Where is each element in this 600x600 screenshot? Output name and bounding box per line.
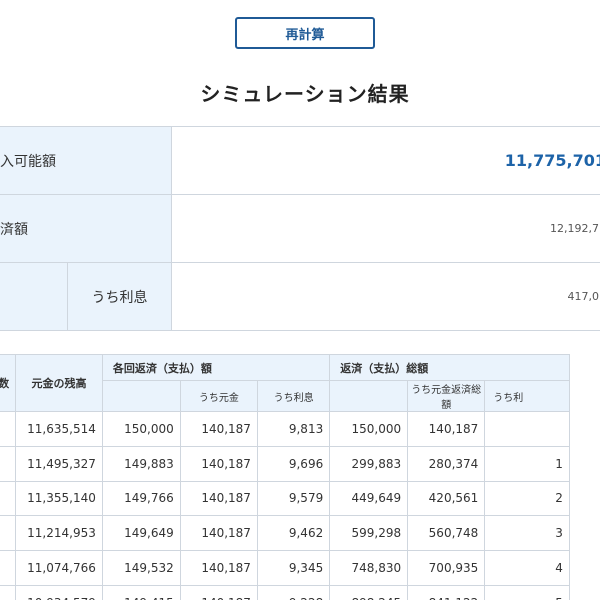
total-cell: 150,000 [329, 411, 409, 447]
balance-cell: 11,495,327 [15, 445, 103, 482]
header-total-principal: うち元金返済総額 [407, 380, 486, 412]
total-repayment-value: 12,192,71 [550, 222, 600, 235]
interest-value: 417,01 [567, 290, 600, 303]
total-principal-cell: 140,187 [407, 411, 486, 447]
principal-cell: 140,187 [179, 550, 258, 586]
page-title: シミュレーション結果 [200, 82, 410, 106]
count-cell [0, 445, 17, 482]
payment-cell: 149,415 [101, 584, 181, 600]
payment-cell: 149,532 [101, 550, 181, 586]
header-per-interest: うち利息 [256, 380, 331, 412]
recalculate-button[interactable]: 再計算 [235, 17, 375, 49]
table-row: 11,495,327 149,883 140,187 9,696 299,883… [0, 445, 570, 482]
summary-row-borrowable: 入可能額 11,775,701 [0, 127, 600, 195]
balance-cell: 11,635,514 [15, 411, 103, 447]
count-cell [0, 515, 17, 552]
payment-cell: 150,000 [101, 411, 181, 447]
total-cell: 748,830 [329, 550, 409, 586]
count-cell [0, 411, 17, 447]
total-interest-cell: 1 [484, 445, 570, 482]
principal-cell: 140,187 [179, 411, 258, 447]
summary-row-total-repayment: 済額 12,192,71 [0, 195, 600, 263]
interest-cell: 9,696 [256, 445, 331, 482]
total-principal-cell: 560,748 [407, 515, 486, 552]
total-cell: 599,298 [329, 515, 409, 552]
count-cell [0, 584, 17, 600]
borrowable-value: 11,775,701 [504, 151, 600, 170]
total-interest-cell [484, 411, 570, 447]
total-cell: 299,883 [329, 445, 409, 482]
table-row: 11,214,953 149,649 140,187 9,462 599,298… [0, 515, 570, 552]
principal-cell: 140,187 [179, 515, 258, 552]
principal-cell: 140,187 [179, 584, 258, 600]
total-interest-cell: 3 [484, 515, 570, 552]
schedule-table: 回数 元金の残高 各回返済（支払）額 返済（支払）総額 うち元金 うち利息 うち… [0, 354, 570, 600]
total-interest-cell: 4 [484, 550, 570, 586]
total-cell: 898,245 [329, 584, 409, 600]
total-interest-cell: 5 [484, 584, 570, 600]
payment-cell: 149,883 [101, 445, 181, 482]
count-cell [0, 550, 17, 586]
interest-cell: 9,228 [256, 584, 331, 600]
balance-cell: 11,355,140 [15, 480, 103, 517]
total-cell: 449,649 [329, 480, 409, 517]
header-balance: 元金の残高 [15, 354, 103, 412]
header-total-amount [329, 380, 409, 412]
summary-table: 入可能額 11,775,701 済額 12,192,71 うち利息 417,01 [0, 126, 600, 331]
table-row: 11,074,766 149,532 140,187 9,345 748,830… [0, 550, 570, 586]
total-interest-cell: 2 [484, 480, 570, 517]
interest-cell: 9,462 [256, 515, 331, 552]
total-principal-cell: 280,374 [407, 445, 486, 482]
header-count: 回数 [0, 354, 17, 412]
table-row: 10,934,579 149,415 140,187 9,228 898,245… [0, 584, 570, 600]
table-row: 11,355,140 149,766 140,187 9,579 449,649… [0, 480, 570, 517]
header-total-interest: うち利 [484, 380, 570, 412]
payment-cell: 149,649 [101, 515, 181, 552]
payment-cell: 149,766 [101, 480, 181, 517]
interest-cell: 9,813 [256, 411, 331, 447]
principal-cell: 140,187 [179, 445, 258, 482]
interest-cell: 9,579 [256, 480, 331, 517]
balance-cell: 10,934,579 [15, 584, 103, 600]
summary-row-interest: うち利息 417,01 [0, 263, 600, 331]
borrowable-label: 入可能額 [0, 127, 172, 194]
header-per-payment-amount [101, 380, 181, 412]
total-repayment-label: 済額 [0, 195, 172, 262]
interest-label: うち利息 [67, 263, 172, 330]
balance-cell: 11,074,766 [15, 550, 103, 586]
balance-cell: 11,214,953 [15, 515, 103, 552]
header-total: 返済（支払）総額 [329, 354, 570, 381]
table-row: 11,635,514 150,000 140,187 9,813 150,000… [0, 411, 570, 447]
total-principal-cell: 841,122 [407, 584, 486, 600]
interest-cell: 9,345 [256, 550, 331, 586]
total-principal-cell: 420,561 [407, 480, 486, 517]
count-cell [0, 480, 17, 517]
header-per-payment: 各回返済（支払）額 [101, 354, 331, 381]
principal-cell: 140,187 [179, 480, 258, 517]
total-principal-cell: 700,935 [407, 550, 486, 586]
header-per-principal: うち元金 [179, 380, 258, 412]
